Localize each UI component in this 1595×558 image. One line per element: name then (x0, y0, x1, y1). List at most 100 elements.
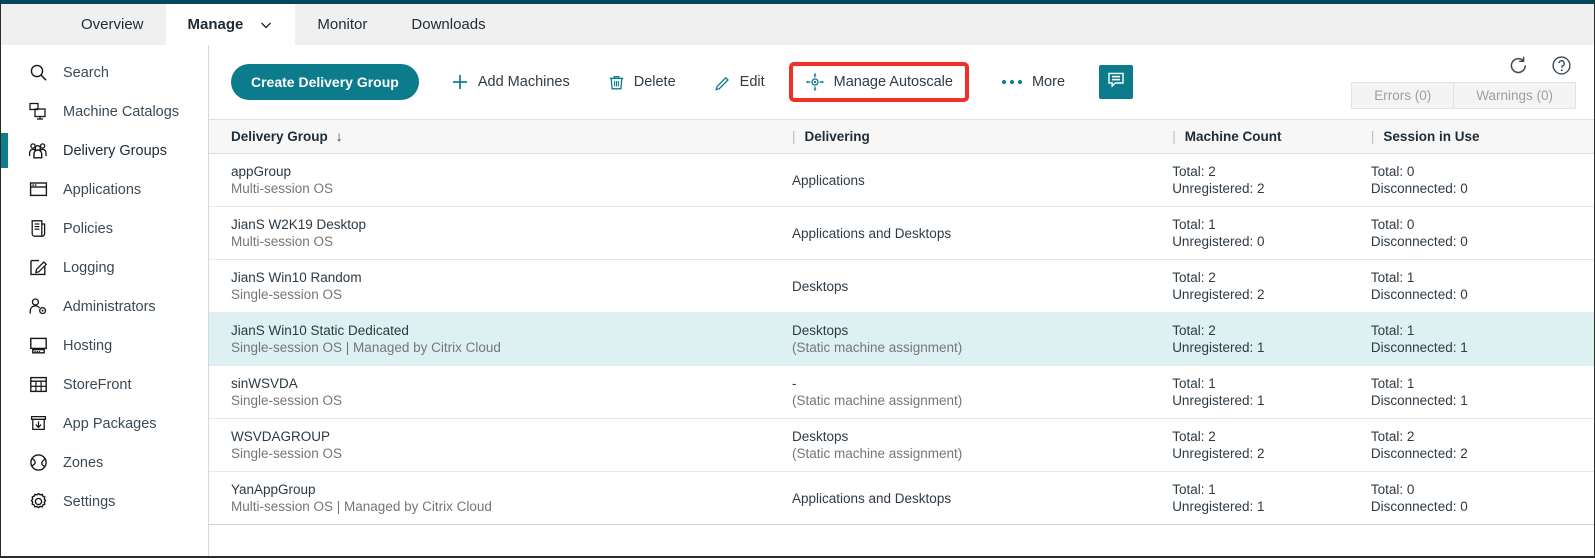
errors-pill[interactable]: Errors (0) (1351, 82, 1454, 109)
session-total: Total: 0 (1371, 481, 1594, 498)
cell-machine-count: Total: 1 Unregistered: 1 (1172, 472, 1371, 525)
search-icon (25, 63, 51, 82)
cell-delivery-group: JianS W2K19 Desktop Multi-session OS (209, 207, 792, 260)
column-divider: | (1172, 129, 1176, 144)
logging-icon (25, 258, 51, 277)
cell-delivering: Applications and Desktops (792, 207, 1172, 260)
cell-delivery-group: sinWSVDA Single-session OS (209, 366, 792, 419)
sidebar-item-zones[interactable]: Zones (1, 443, 208, 482)
cell-delivery-group: YanAppGroup Multi-session OS | Managed b… (209, 472, 792, 525)
session-total: Total: 1 (1371, 322, 1594, 339)
group-subtitle: Single-session OS (231, 445, 792, 462)
delivery-groups-icon (25, 141, 51, 160)
toolbar-right-cluster: Errors (0) Warnings (0) (1351, 45, 1576, 119)
group-subtitle: Single-session OS | Managed by Citrix Cl… (231, 339, 792, 356)
group-subtitle: Multi-session OS (231, 233, 792, 250)
delivering-value: Applications (792, 172, 1172, 189)
sidebar-item-settings[interactable]: Settings (1, 482, 208, 521)
manage-autoscale-button[interactable]: Manage Autoscale (789, 62, 969, 102)
column-header-delivering[interactable]: | Delivering (792, 120, 1172, 154)
sidebar-item-machine-catalogs[interactable]: Machine Catalogs (1, 92, 208, 131)
sidebar-item-policies[interactable]: Policies (1, 209, 208, 248)
tab-monitor[interactable]: Monitor (295, 4, 389, 45)
delete-button[interactable]: Delete (602, 66, 682, 99)
sidebar: Search Machine Catalogs (1, 45, 209, 558)
delivering-value: - (792, 375, 1172, 392)
column-header-machine-count[interactable]: | Machine Count (1172, 120, 1371, 154)
column-divider: | (792, 129, 796, 144)
cell-machine-count: Total: 1 Unregistered: 1 (1172, 366, 1371, 419)
column-header-session-in-use[interactable]: | Session in Use (1371, 120, 1594, 154)
table-head: Delivery Group ↓ | Delivering (209, 120, 1594, 154)
table-header-row: Delivery Group ↓ | Delivering (209, 120, 1594, 154)
sidebar-item-label: Machine Catalogs (63, 104, 179, 120)
delivering-subtitle: (Static machine assignment) (792, 339, 1172, 356)
sidebar-item-storefront[interactable]: StoreFront (1, 365, 208, 404)
plus-icon (451, 73, 469, 91)
cell-delivery-group: appGroup Multi-session OS (209, 154, 792, 207)
table-row[interactable]: YanAppGroup Multi-session OS | Managed b… (209, 472, 1594, 525)
column-header-delivery-group[interactable]: Delivery Group ↓ (209, 120, 792, 154)
sort-arrow-icon: ↓ (336, 129, 343, 144)
sidebar-item-label: StoreFront (63, 377, 132, 393)
tab-downloads-label: Downloads (411, 16, 485, 33)
table-row[interactable]: WSVDAGROUP Single-session OS Desktops (S… (209, 419, 1594, 472)
session-total: Total: 2 (1371, 428, 1594, 445)
applications-icon (25, 180, 51, 199)
delivering-value: Desktops (792, 278, 1172, 295)
sidebar-item-search[interactable]: Search (1, 53, 208, 92)
warnings-pill[interactable]: Warnings (0) (1454, 82, 1576, 109)
feedback-button[interactable] (1099, 65, 1133, 99)
tab-manage[interactable]: Manage (166, 4, 296, 45)
add-machines-button[interactable]: Add Machines (445, 65, 576, 99)
group-name: sinWSVDA (231, 376, 792, 392)
table-row[interactable]: appGroup Multi-session OS Applications T… (209, 154, 1594, 207)
delivering-value: Desktops (792, 428, 1172, 445)
sidebar-item-logging[interactable]: Logging (1, 248, 208, 287)
delivering-value: Applications and Desktops (792, 225, 1172, 242)
trash-icon (608, 74, 625, 91)
machine-unregistered: Unregistered: 2 (1172, 286, 1371, 303)
cell-session-in-use: Total: 1 Disconnected: 1 (1371, 366, 1594, 419)
session-total: Total: 0 (1371, 216, 1594, 233)
sidebar-item-applications[interactable]: Applications (1, 170, 208, 209)
autoscale-icon (805, 72, 825, 92)
machine-catalogs-icon (25, 102, 51, 121)
sidebar-item-delivery-groups[interactable]: Delivery Groups (1, 131, 208, 170)
table-row[interactable]: sinWSVDA Single-session OS - (Static mac… (209, 366, 1594, 419)
tab-downloads[interactable]: Downloads (389, 4, 507, 45)
group-subtitle: Multi-session OS (231, 180, 792, 197)
cell-delivering: Desktops (Static machine assignment) (792, 313, 1172, 366)
sidebar-item-label: App Packages (63, 416, 157, 432)
more-button[interactable]: More (995, 66, 1071, 98)
storefront-icon (25, 375, 51, 394)
group-name: JianS Win10 Static Dedicated (231, 323, 792, 339)
group-name: appGroup (231, 164, 792, 180)
sidebar-item-hosting[interactable]: Hosting (1, 326, 208, 365)
machine-unregistered: Unregistered: 1 (1172, 498, 1371, 515)
session-disconnected: Disconnected: 1 (1371, 392, 1594, 409)
edit-button[interactable]: Edit (708, 66, 771, 99)
sidebar-item-administrators[interactable]: Administrators (1, 287, 208, 326)
delivering-subtitle: (Static machine assignment) (792, 445, 1172, 462)
tab-overview[interactable]: Overview (59, 4, 166, 45)
table-row[interactable]: JianS Win10 Random Single-session OS Des… (209, 260, 1594, 313)
chevron-down-icon (259, 18, 273, 32)
policies-icon (25, 219, 51, 238)
delivery-groups-table: Delivery Group ↓ | Delivering (209, 119, 1594, 525)
cell-machine-count: Total: 2 Unregistered: 1 (1172, 313, 1371, 366)
sidebar-item-label: Settings (63, 494, 115, 510)
table-row-selected[interactable]: JianS Win10 Static Dedicated Single-sess… (209, 313, 1594, 366)
machine-unregistered: Unregistered: 2 (1172, 180, 1371, 197)
sidebar-item-label: Hosting (63, 338, 112, 354)
create-delivery-group-button[interactable]: Create Delivery Group (231, 64, 419, 100)
group-name: YanAppGroup (231, 482, 792, 498)
session-total: Total: 1 (1371, 375, 1594, 392)
cell-delivering: Applications (792, 154, 1172, 207)
help-icon[interactable] (1551, 55, 1572, 76)
cell-machine-count: Total: 2 Unregistered: 2 (1172, 419, 1371, 472)
table-row[interactable]: JianS W2K19 Desktop Multi-session OS App… (209, 207, 1594, 260)
sidebar-item-app-packages[interactable]: App Packages (1, 404, 208, 443)
body-split: Search Machine Catalogs (1, 45, 1594, 558)
refresh-icon[interactable] (1508, 55, 1529, 76)
